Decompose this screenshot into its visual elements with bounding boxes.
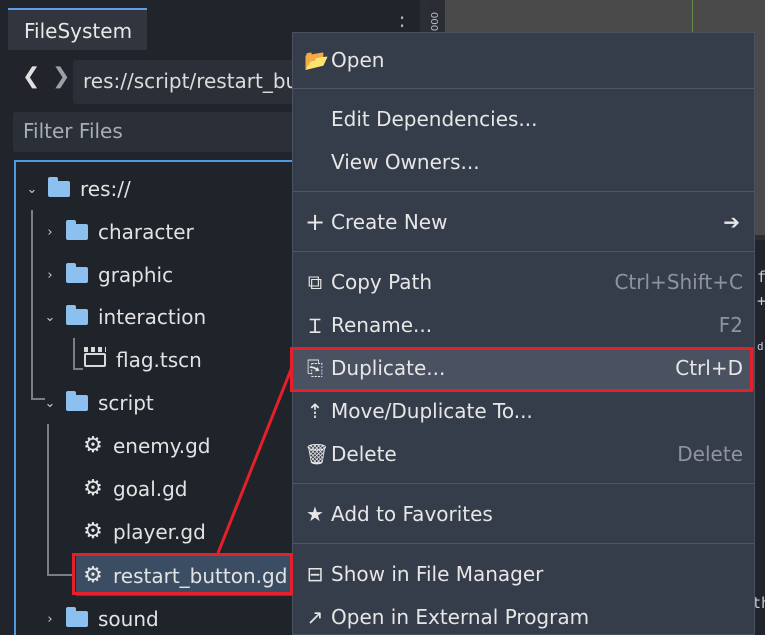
tree-item-label: flag.tscn bbox=[116, 348, 202, 372]
copy-icon: ⧉ bbox=[307, 270, 323, 294]
menu-separator bbox=[293, 88, 754, 89]
menu-separator bbox=[293, 251, 754, 252]
highlight-box-duplicate bbox=[290, 347, 753, 392]
menu-separator bbox=[293, 483, 754, 484]
external-link-icon: ↗ bbox=[306, 605, 324, 629]
menu-item-label: View Owners... bbox=[331, 150, 480, 174]
menu-item-open-external[interactable]: ↗ Open in External Program bbox=[293, 596, 754, 635]
chevron-down-icon[interactable]: ⌄ bbox=[42, 310, 58, 325]
menu-item-label: Copy Path bbox=[331, 270, 433, 294]
tree-item-enemy-gd[interactable]: ⚙ enemy.gd bbox=[82, 426, 211, 466]
tree-item-label: character bbox=[98, 220, 194, 244]
menu-item-label: Show in File Manager bbox=[331, 562, 544, 586]
menu-item-label: Delete bbox=[331, 442, 397, 466]
tree-guide-line bbox=[73, 368, 83, 370]
chevron-down-icon[interactable]: ⌄ bbox=[42, 396, 58, 411]
tree-item-interaction[interactable]: ⌄ interaction bbox=[42, 297, 206, 337]
menu-item-open[interactable]: 📂 Open bbox=[293, 39, 754, 81]
menu-item-label: Move/Duplicate To... bbox=[331, 399, 533, 423]
menu-separator bbox=[293, 191, 754, 192]
shortcut-label: Delete bbox=[677, 442, 743, 466]
menu-item-label: Create New bbox=[331, 210, 448, 234]
rename-icon: Ɪ bbox=[309, 313, 321, 338]
menu-item-rename[interactable]: Ɪ Rename... F2 bbox=[293, 304, 754, 346]
tree-item-root[interactable]: ⌄ res:// bbox=[24, 169, 131, 209]
folder-icon bbox=[48, 177, 70, 197]
gear-icon: ⚙ bbox=[83, 519, 103, 544]
tree-item-label: player.gd bbox=[113, 520, 206, 544]
tree-item-goal-gd[interactable]: ⚙ goal.gd bbox=[82, 469, 188, 509]
tree-item-label: enemy.gd bbox=[113, 434, 211, 458]
tree-guide-line bbox=[73, 338, 75, 370]
code-peek: f bbox=[757, 268, 765, 286]
menu-item-label: Edit Dependencies... bbox=[331, 107, 538, 131]
menu-separator bbox=[293, 543, 754, 544]
chevron-right-icon[interactable]: › bbox=[42, 268, 58, 283]
folder-icon bbox=[66, 391, 88, 411]
tab-filesystem[interactable]: FileSystem bbox=[8, 8, 147, 50]
forward-arrow-icon[interactable]: ❯ bbox=[52, 64, 70, 89]
menu-item-copy-path[interactable]: ⧉ Copy Path Ctrl+Shift+C bbox=[293, 261, 754, 303]
tree-item-label: script bbox=[98, 391, 154, 415]
tree-guide-line bbox=[47, 424, 49, 576]
shortcut-label: Ctrl+Shift+C bbox=[614, 270, 743, 294]
code-peek: + bbox=[757, 292, 765, 310]
folder-icon bbox=[66, 220, 88, 240]
folder-icon bbox=[66, 263, 88, 283]
tree-item-label: sound bbox=[98, 607, 159, 631]
menu-item-label: Open in External Program bbox=[331, 605, 590, 629]
tree-guide-line bbox=[47, 574, 75, 576]
tree-item-label: interaction bbox=[98, 305, 207, 329]
chevron-right-icon[interactable]: › bbox=[42, 612, 58, 627]
tree-item-graphic[interactable]: › graphic bbox=[42, 255, 173, 295]
plus-icon: + bbox=[304, 208, 326, 236]
file-manager-icon: ⊟ bbox=[306, 562, 324, 586]
folder-icon bbox=[66, 305, 88, 325]
shortcut-label: F2 bbox=[718, 313, 743, 337]
menu-item-view-owners[interactable]: View Owners... bbox=[293, 141, 754, 183]
chevron-right-icon[interactable]: › bbox=[42, 225, 58, 240]
tree-item-sound[interactable]: › sound bbox=[42, 599, 159, 635]
scene-icon bbox=[84, 347, 106, 367]
tree-item-flag-tscn[interactable]: flag.tscn bbox=[84, 340, 202, 380]
menu-item-label: Open bbox=[331, 48, 385, 72]
filter-placeholder: Filter Files bbox=[23, 119, 123, 143]
menu-item-create-new[interactable]: + Create New ➔ bbox=[293, 201, 754, 243]
back-arrow-icon[interactable]: ❮ bbox=[22, 64, 40, 89]
arrow-right-icon: ➔ bbox=[723, 210, 740, 234]
folder-open-icon: 📂 bbox=[304, 48, 329, 72]
tree-item-script[interactable]: ⌄ script bbox=[42, 383, 154, 423]
tab-label: FileSystem bbox=[24, 19, 133, 43]
menu-item-label: Rename... bbox=[331, 313, 433, 337]
expand-icon[interactable]: ⌄ bbox=[24, 182, 40, 197]
tree-guide-line bbox=[31, 210, 33, 400]
menu-item-label: Add to Favorites bbox=[331, 502, 493, 526]
menu-item-edit-dependencies[interactable]: Edit Dependencies... bbox=[293, 98, 754, 140]
trash-icon: 🗑 bbox=[304, 442, 330, 466]
star-icon: ★ bbox=[306, 502, 324, 526]
tree-item-player-gd[interactable]: ⚙ player.gd bbox=[82, 512, 206, 552]
menu-item-add-to-favorites[interactable]: ★ Add to Favorites bbox=[293, 493, 754, 535]
gear-icon: ⚙ bbox=[83, 476, 103, 501]
tree-item-label: res:// bbox=[80, 177, 131, 201]
move-up-icon: ⇡ bbox=[306, 399, 324, 423]
gear-icon: ⚙ bbox=[83, 433, 103, 458]
tree-item-character[interactable]: › character bbox=[42, 212, 194, 252]
highlight-box-restart-button bbox=[72, 553, 293, 595]
context-menu: 📂 Open Edit Dependencies... View Owners.… bbox=[292, 32, 755, 635]
folder-icon bbox=[66, 607, 88, 627]
menu-item-delete[interactable]: 🗑 Delete Delete bbox=[293, 433, 754, 475]
tree-item-label: graphic bbox=[98, 263, 174, 287]
menu-item-show-in-file-manager[interactable]: ⊟ Show in File Manager bbox=[293, 553, 754, 595]
menu-item-move-duplicate[interactable]: ⇡ Move/Duplicate To... bbox=[293, 390, 754, 432]
code-peek: d bbox=[757, 340, 764, 353]
tree-item-label: goal.gd bbox=[113, 477, 188, 501]
